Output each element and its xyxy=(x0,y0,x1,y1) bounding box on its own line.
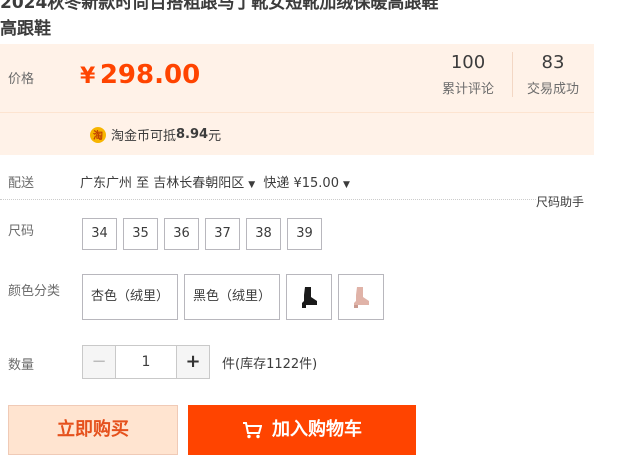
black-boot-icon xyxy=(302,287,318,308)
quantity-minus-button[interactable]: − xyxy=(82,345,116,379)
size-options: 34 35 36 37 38 39 xyxy=(82,218,322,250)
price-value: ¥ 298.00 xyxy=(80,60,200,90)
cart-icon xyxy=(243,422,262,439)
add-to-cart-button[interactable]: 加入购物车 xyxy=(188,405,416,455)
currency-symbol: ¥ xyxy=(80,64,96,89)
review-count: 100 xyxy=(450,52,486,73)
size-option[interactable]: 35 xyxy=(123,218,158,250)
price-amount: 298.00 xyxy=(99,60,201,90)
ship-to-selector[interactable]: 吉林长春朝阳区 ▼ xyxy=(153,176,259,191)
size-option[interactable]: 39 xyxy=(287,218,322,250)
stock-text: 件(库存1122件) xyxy=(222,356,318,372)
product-title: 2024秋冬新款时尚百搭粗跟马丁靴女短靴加绒保暖高跟鞋 高跟鞋 xyxy=(0,0,600,42)
color-label: 颜色分类 xyxy=(8,284,61,299)
coin-text: 淘金币可抵 xyxy=(111,129,177,144)
color-thumb-pink[interactable] xyxy=(338,274,385,320)
divider xyxy=(0,112,594,113)
coin-amount: 8.94 xyxy=(176,127,209,142)
pink-boot-icon xyxy=(354,287,370,308)
size-option[interactable]: 37 xyxy=(205,218,240,250)
review-count-label: 累计评论 xyxy=(441,82,494,97)
shipping-label: 配送 xyxy=(8,176,35,191)
price-panel: 价格 ¥ 298.00 100 累计评论 83 交易成功 淘 淘金币可抵 8.9… xyxy=(0,44,594,155)
color-thumb-black[interactable] xyxy=(286,274,333,320)
review-count-stat[interactable]: 100 累计评论 xyxy=(428,52,508,97)
quantity-label: 数量 xyxy=(8,358,35,373)
price-label: 价格 xyxy=(8,72,35,87)
ship-to: 吉林长春朝阳区 xyxy=(153,176,245,191)
size-option[interactable]: 34 xyxy=(82,218,117,250)
color-options: 杏色（绒里） 黑色（绒里） xyxy=(82,274,385,320)
color-option-apricot[interactable]: 杏色（绒里） xyxy=(82,274,179,320)
ship-method-selector[interactable]: 快递 ¥15.00 ▼ xyxy=(263,176,354,191)
taojinbi-coin-icon: 淘 xyxy=(90,126,106,143)
product-title-line2: 高跟鞋 xyxy=(0,19,51,39)
price-row: 价格 ¥ 298.00 100 累计评论 83 交易成功 xyxy=(0,44,594,112)
sales-count-stat: 83 交易成功 xyxy=(512,52,593,97)
color-option-black[interactable]: 黑色（绒里） xyxy=(184,274,281,320)
product-title-line1: 2024秋冬新款时尚百搭粗跟马丁靴女短靴加绒保暖高跟鞋 xyxy=(0,0,439,13)
quantity-stepper: − 1 + 件(库存1122件) xyxy=(82,345,317,379)
size-option[interactable]: 38 xyxy=(246,218,281,250)
buy-now-button[interactable]: 立即购买 xyxy=(8,405,178,455)
size-helper-link[interactable]: 尺码助手 xyxy=(536,193,584,210)
size-label: 尺码 xyxy=(8,224,35,239)
add-to-cart-label: 加入购物车 xyxy=(272,419,362,440)
sales-count-label: 交易成功 xyxy=(526,82,579,97)
dotted-divider xyxy=(0,199,536,200)
chevron-down-icon: ▼ xyxy=(342,180,350,190)
sales-count: 83 xyxy=(541,52,565,73)
quantity-plus-button[interactable]: + xyxy=(176,345,210,379)
ship-method: 快递 ¥15.00 xyxy=(263,176,339,191)
size-option[interactable]: 36 xyxy=(164,218,199,250)
taojinbi-promo: 淘 淘金币可抵 8.94 元 xyxy=(90,125,221,144)
quantity-input[interactable]: 1 xyxy=(116,345,176,379)
shipping-info: 广东广州 至 吉林长春朝阳区 ▼ 快递 ¥15.00 ▼ xyxy=(80,172,354,191)
chevron-down-icon: ▼ xyxy=(248,180,256,190)
ship-from: 广东广州 至 xyxy=(80,176,150,191)
shipping-row: 配送 广东广州 至 吉林长春朝阳区 ▼ 快递 ¥15.00 ▼ xyxy=(0,168,594,198)
coin-unit: 元 xyxy=(208,129,222,144)
